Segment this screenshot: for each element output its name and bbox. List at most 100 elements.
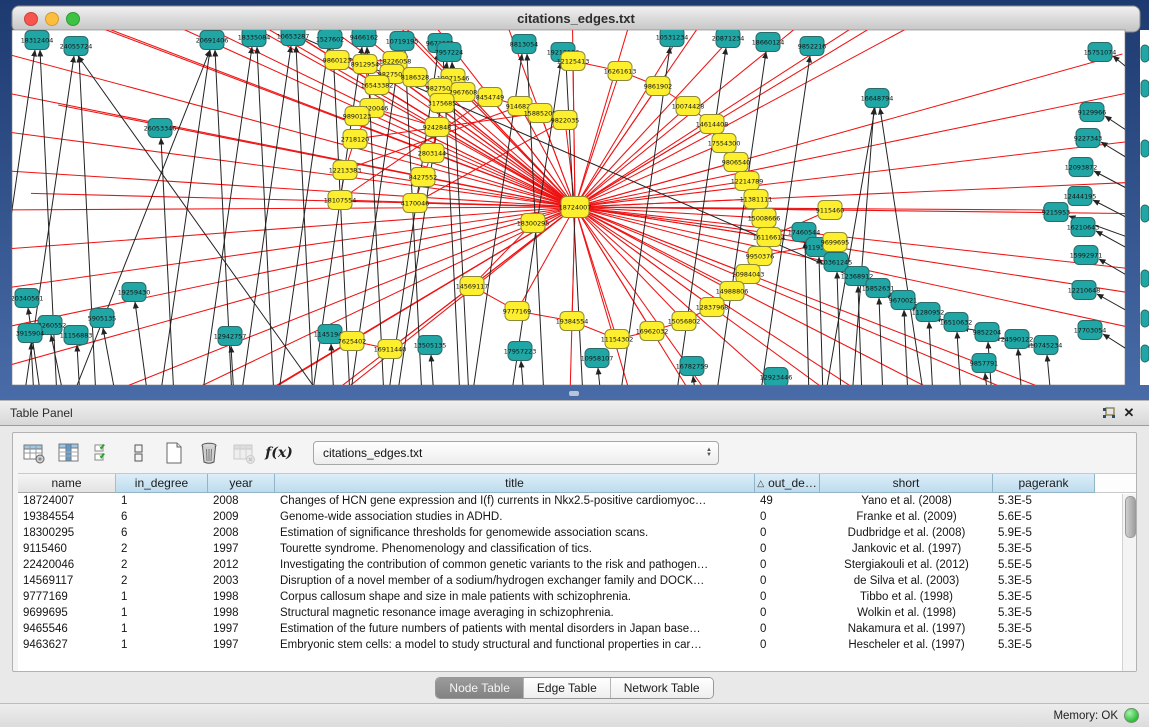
cell-name[interactable]: 19384554 bbox=[18, 511, 116, 523]
cell-in_degree[interactable]: 6 bbox=[116, 527, 208, 539]
table-row[interactable]: 969969511998Structural magnetic resonanc… bbox=[18, 605, 1136, 621]
create-table-icon[interactable] bbox=[161, 440, 187, 466]
cell-pagerank[interactable]: 5.3E-5 bbox=[993, 639, 1095, 651]
cell-in_degree[interactable]: 1 bbox=[116, 495, 208, 507]
cell-out_de[interactable]: 0 bbox=[755, 511, 820, 523]
cell-year[interactable]: 1998 bbox=[208, 591, 275, 603]
table-row[interactable]: 1456911722003Disruption of a novel membe… bbox=[18, 573, 1136, 589]
table-row[interactable]: 1830029562008Estimation of significance … bbox=[18, 525, 1136, 541]
cell-in_degree[interactable]: 1 bbox=[116, 591, 208, 603]
cell-title[interactable]: Disruption of a novel member of a sodium… bbox=[275, 575, 755, 587]
cell-title[interactable]: Genome-wide association studies in ADHD. bbox=[275, 511, 755, 523]
show-columns-icon[interactable] bbox=[56, 440, 82, 466]
function-builder-icon[interactable]: f(x) bbox=[266, 440, 292, 466]
delete-column-icon[interactable] bbox=[231, 440, 257, 466]
cell-in_degree[interactable]: 2 bbox=[116, 575, 208, 587]
cell-in_degree[interactable]: 1 bbox=[116, 623, 208, 635]
column-header-title[interactable]: title bbox=[275, 474, 755, 493]
cell-title[interactable]: Structural magnetic resonance image aver… bbox=[275, 607, 755, 619]
cell-out_de[interactable]: 0 bbox=[755, 591, 820, 603]
cell-name[interactable]: 14569117 bbox=[18, 575, 116, 587]
cell-year[interactable]: 2003 bbox=[208, 575, 275, 587]
cell-title[interactable]: Estimation of the future numbers of pati… bbox=[275, 623, 755, 635]
cell-short[interactable]: Franke et al. (2009) bbox=[820, 511, 993, 523]
cell-name[interactable]: 9699695 bbox=[18, 607, 116, 619]
cell-out_de[interactable]: 0 bbox=[755, 639, 820, 651]
scrollbar-thumb[interactable] bbox=[1125, 496, 1136, 538]
cell-short[interactable]: de Silva et al. (2003) bbox=[820, 575, 993, 587]
cell-title[interactable]: Embryonic stem cells: a model to study s… bbox=[275, 639, 755, 651]
column-header-year[interactable]: year bbox=[208, 474, 275, 493]
column-header-in_degree[interactable]: in_degree bbox=[116, 474, 208, 493]
cell-out_de[interactable]: 0 bbox=[755, 559, 820, 571]
select-columns-icon[interactable] bbox=[91, 440, 117, 466]
cell-year[interactable]: 1998 bbox=[208, 607, 275, 619]
table-row[interactable]: 946362711997Embryonic stem cells: a mode… bbox=[18, 637, 1136, 653]
cell-pagerank[interactable]: 5.3E-5 bbox=[993, 495, 1095, 507]
column-header-out_de[interactable]: △out_de… bbox=[755, 474, 820, 493]
cell-name[interactable]: 9115460 bbox=[18, 543, 116, 555]
splitter-handle[interactable] bbox=[569, 391, 579, 396]
table-select-dropdown[interactable]: citations_edges.txt ▲▼ bbox=[313, 441, 719, 465]
cell-pagerank[interactable]: 5.3E-5 bbox=[993, 607, 1095, 619]
cell-pagerank[interactable]: 5.3E-5 bbox=[993, 575, 1095, 587]
close-panel-icon[interactable]: ✕ bbox=[1119, 405, 1139, 421]
cell-title[interactable]: Changes of HCN gene expression and I(f) … bbox=[275, 495, 755, 507]
table-settings-icon[interactable] bbox=[21, 440, 47, 466]
cell-name[interactable]: 9465546 bbox=[18, 623, 116, 635]
table-row[interactable]: 946554611997Estimation of the future num… bbox=[18, 621, 1136, 637]
cell-out_de[interactable]: 0 bbox=[755, 623, 820, 635]
tab-node-table[interactable]: Node Table bbox=[436, 678, 523, 698]
cell-out_de[interactable]: 0 bbox=[755, 575, 820, 587]
cell-title[interactable]: Tourette syndrome. Phenomenology and cla… bbox=[275, 543, 755, 555]
table-row[interactable]: 911546021997Tourette syndrome. Phenomeno… bbox=[18, 541, 1136, 557]
column-header-name[interactable]: name bbox=[18, 474, 116, 493]
float-panel-icon[interactable] bbox=[1099, 405, 1119, 421]
cell-out_de[interactable]: 0 bbox=[755, 543, 820, 555]
cell-short[interactable]: Jankovic et al. (1997) bbox=[820, 543, 993, 555]
table-row[interactable]: 1872400712008Changes of HCN gene express… bbox=[18, 493, 1136, 509]
table-row[interactable]: 1938455462009Genome-wide association stu… bbox=[18, 509, 1136, 525]
column-mode-icon[interactable] bbox=[126, 440, 152, 466]
cell-year[interactable]: 2008 bbox=[208, 527, 275, 539]
network-window-titlebar[interactable]: citations_edges.txt bbox=[12, 6, 1140, 32]
cell-short[interactable]: Tibbo et al. (1998) bbox=[820, 591, 993, 603]
table-row[interactable]: 977716911998Corpus callosum shape and si… bbox=[18, 589, 1136, 605]
cell-name[interactable]: 18300295 bbox=[18, 527, 116, 539]
cell-in_degree[interactable]: 2 bbox=[116, 543, 208, 555]
cell-short[interactable]: Stergiakouli et al. (2012) bbox=[820, 559, 993, 571]
table-row[interactable]: 2242004622012Investigating the contribut… bbox=[18, 557, 1136, 573]
cell-out_de[interactable]: 0 bbox=[755, 527, 820, 539]
cell-year[interactable]: 2009 bbox=[208, 511, 275, 523]
cell-short[interactable]: Nakamura et al. (1997) bbox=[820, 623, 993, 635]
cell-title[interactable]: Estimation of significance thresholds fo… bbox=[275, 527, 755, 539]
cell-year[interactable]: 2008 bbox=[208, 495, 275, 507]
cell-title[interactable]: Investigating the contribution of common… bbox=[275, 559, 755, 571]
cell-in_degree[interactable]: 1 bbox=[116, 607, 208, 619]
cell-title[interactable]: Corpus callosum shape and size in male p… bbox=[275, 591, 755, 603]
minimize-window-button[interactable] bbox=[46, 13, 59, 26]
cell-year[interactable]: 1997 bbox=[208, 639, 275, 651]
delete-table-icon[interactable] bbox=[196, 440, 222, 466]
cell-short[interactable]: Yano et al. (2008) bbox=[820, 495, 993, 507]
table-vertical-scrollbar[interactable] bbox=[1122, 494, 1136, 671]
cell-out_de[interactable]: 0 bbox=[755, 607, 820, 619]
cell-name[interactable]: 18724007 bbox=[18, 495, 116, 507]
tab-edge-table[interactable]: Edge Table bbox=[523, 678, 610, 698]
cell-year[interactable]: 1997 bbox=[208, 623, 275, 635]
cell-in_degree[interactable]: 2 bbox=[116, 559, 208, 571]
column-header-pagerank[interactable]: pagerank bbox=[993, 474, 1095, 493]
close-window-button[interactable] bbox=[25, 13, 38, 26]
cell-year[interactable]: 1997 bbox=[208, 543, 275, 555]
cell-out_de[interactable]: 49 bbox=[755, 495, 820, 507]
tab-network-table[interactable]: Network Table bbox=[610, 678, 713, 698]
cell-short[interactable]: Dudbridge et al. (2008) bbox=[820, 527, 993, 539]
cell-pagerank[interactable]: 5.3E-5 bbox=[993, 623, 1095, 635]
cell-short[interactable]: Hescheler et al. (1997) bbox=[820, 639, 993, 651]
cell-pagerank[interactable]: 5.5E-5 bbox=[993, 559, 1095, 571]
column-header-short[interactable]: short bbox=[820, 474, 993, 493]
zoom-window-button[interactable] bbox=[67, 13, 80, 26]
cell-name[interactable]: 9777169 bbox=[18, 591, 116, 603]
cell-name[interactable]: 9463627 bbox=[18, 639, 116, 651]
cell-in_degree[interactable]: 6 bbox=[116, 511, 208, 523]
